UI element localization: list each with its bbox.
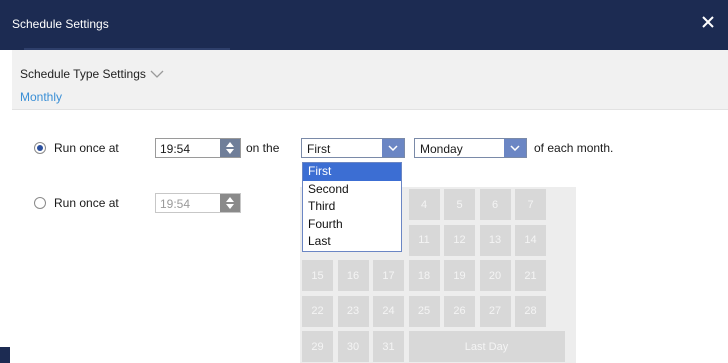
calendar-day[interactable]: 20 <box>479 260 511 291</box>
rule2-label: Run once at <box>54 196 119 210</box>
ordinal-dropdown-list: First Second Third Fourth Last <box>302 162 402 252</box>
close-icon[interactable] <box>698 12 718 32</box>
on-the-label: on the <box>246 141 280 155</box>
spinner-arrows-icon <box>226 197 234 209</box>
calendar-day[interactable]: 7 <box>515 189 546 220</box>
rule1-time-field[interactable]: 19:54 <box>155 138 241 158</box>
calendar-day[interactable]: 11 <box>408 224 440 256</box>
each-month-label: of each month. <box>534 141 614 155</box>
calendar-day[interactable]: 6 <box>479 189 511 220</box>
ordinal-selected: First <box>307 142 331 156</box>
time-spinner[interactable] <box>220 194 240 212</box>
calendar-day[interactable]: 4 <box>408 189 440 220</box>
panel-edge <box>0 347 10 363</box>
spinner-arrows-icon <box>226 142 234 154</box>
calendar-day[interactable]: 18 <box>408 260 440 291</box>
calendar-day[interactable]: 15 <box>302 260 333 291</box>
calendar-day[interactable]: 24 <box>373 295 404 327</box>
rule1-time-value: 19:54 <box>160 142 191 156</box>
calendar-day[interactable]: 22 <box>302 295 333 327</box>
calendar-day[interactable]: 23 <box>337 295 369 327</box>
calendar-last-day[interactable]: Last Day <box>408 331 565 362</box>
ordinal-option[interactable]: Second <box>303 181 401 199</box>
calendar-day[interactable]: 16 <box>337 260 369 291</box>
schedule-type-panel: Schedule Type Settings Monthly <box>12 50 728 110</box>
rule1-radio[interactable] <box>34 142 46 154</box>
weekday-select[interactable]: Monday <box>414 138 527 158</box>
ordinal-option[interactable]: Last <box>303 233 401 251</box>
calendar-day[interactable]: 31 <box>373 331 404 362</box>
ordinal-option[interactable]: Third <box>303 198 401 216</box>
rule2-time-field[interactable]: 19:54 <box>155 193 241 213</box>
calendar-day[interactable]: 29 <box>302 331 333 362</box>
calendar-day[interactable]: 28 <box>515 295 546 327</box>
rule-row-2: Run once at <box>34 192 119 214</box>
calendar-day[interactable]: 30 <box>337 331 369 362</box>
ordinal-select[interactable]: First <box>301 138 405 158</box>
weekday-selected: Monday <box>420 142 463 156</box>
calendar-day[interactable]: 26 <box>444 295 475 327</box>
chevron-down-icon <box>150 70 164 78</box>
calendar-day[interactable]: 14 <box>515 224 546 256</box>
window-title: Schedule Settings <box>12 17 109 31</box>
ordinal-option[interactable]: Fourth <box>303 216 401 234</box>
schedule-type-toggle[interactable]: Schedule Type Settings <box>20 67 164 81</box>
calendar-day[interactable]: 12 <box>444 224 475 256</box>
ordinal-option[interactable]: First <box>303 163 401 181</box>
calendar-day[interactable]: 27 <box>479 295 511 327</box>
rule-row-1: Run once at <box>34 137 119 159</box>
calendar-day[interactable]: 19 <box>444 260 475 291</box>
chevron-down-icon <box>504 139 526 157</box>
rule1-label: Run once at <box>54 141 119 155</box>
time-spinner[interactable] <box>220 139 240 157</box>
calendar-day[interactable]: 17 <box>373 260 404 291</box>
calendar-day[interactable]: 25 <box>408 295 440 327</box>
schedule-type-heading: Schedule Type Settings <box>20 67 146 81</box>
title-bar: Schedule Settings <box>0 0 728 50</box>
calendar-day[interactable]: 13 <box>479 224 511 256</box>
calendar-day[interactable]: 5 <box>444 189 475 220</box>
chevron-down-icon <box>382 139 404 157</box>
schedule-type-value: Monthly <box>20 90 63 104</box>
rule2-time-value: 19:54 <box>160 197 191 211</box>
calendar-day[interactable]: 21 <box>515 260 546 291</box>
rule2-radio[interactable] <box>34 197 46 209</box>
